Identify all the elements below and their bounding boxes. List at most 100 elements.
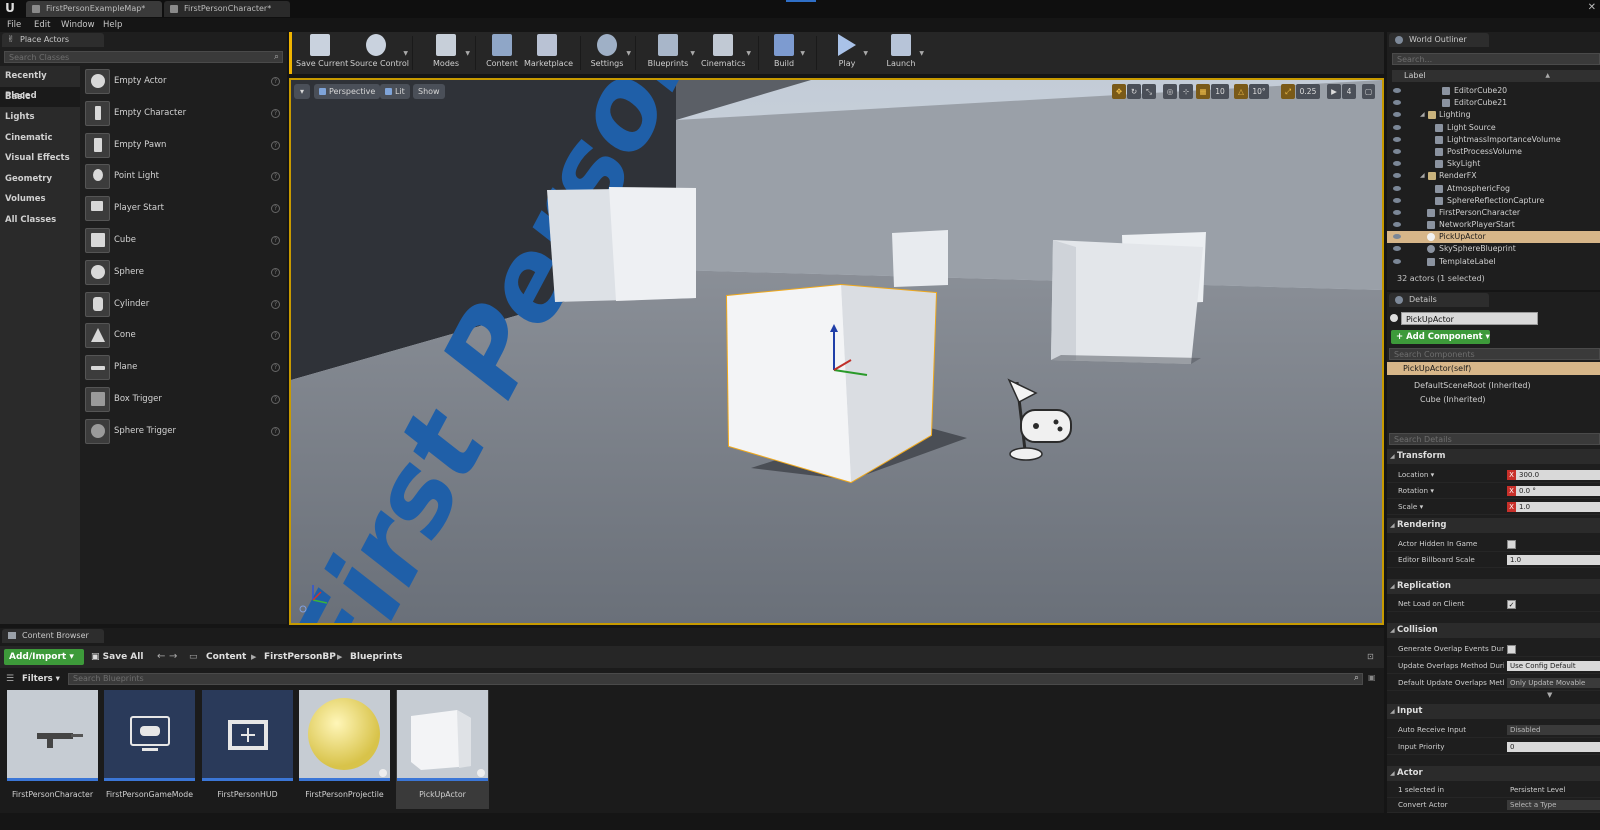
- lit-button[interactable]: Lit: [380, 84, 410, 99]
- category-cinematic[interactable]: Cinematic: [0, 128, 80, 149]
- breadcrumb-content[interactable]: Content: [206, 649, 246, 665]
- place-actors-tab[interactable]: ✌ Place Actors: [2, 33, 104, 47]
- section-input[interactable]: ◢ Input: [1387, 704, 1600, 719]
- update-overlaps-dropdown[interactable]: Use Config Default: [1507, 661, 1600, 671]
- modes-button[interactable]: Modes ▼: [428, 34, 470, 72]
- save-current-button[interactable]: Save Current: [296, 34, 348, 72]
- outliner-folder-row[interactable]: ◢ RenderFX: [1387, 170, 1600, 182]
- section-actor[interactable]: ◢ Actor: [1387, 766, 1600, 781]
- rotation-x-input[interactable]: 0.0 °: [1516, 486, 1600, 496]
- chevron-down-icon[interactable]: ▼: [863, 50, 868, 57]
- camera-speed-icon[interactable]: ▶: [1327, 84, 1341, 99]
- outliner-row[interactable]: NetworkPlayerStart: [1387, 219, 1600, 231]
- chevron-down-icon[interactable]: ▼: [465, 50, 470, 57]
- section-transform[interactable]: ◢ Transform: [1387, 449, 1600, 464]
- visibility-eye-icon[interactable]: [1393, 258, 1401, 264]
- add-component-button[interactable]: + Add Component ▾: [1391, 330, 1490, 344]
- visibility-eye-icon[interactable]: [1393, 88, 1401, 93]
- camera-speed-value[interactable]: 4: [1342, 84, 1356, 99]
- category-geometry[interactable]: Geometry: [0, 169, 80, 190]
- chevron-down-icon[interactable]: ▼: [746, 50, 751, 57]
- input-priority-input[interactable]: 0: [1507, 742, 1600, 752]
- default-update-overlaps-dropdown[interactable]: Only Update Movable: [1507, 678, 1600, 688]
- asset-first-person-projectile[interactable]: FirstPersonProjectile: [298, 690, 391, 809]
- scale-snap-value[interactable]: 0.25: [1296, 84, 1320, 99]
- sort-ascending-icon[interactable]: ▲: [1545, 70, 1550, 82]
- help-icon[interactable]: ?: [271, 267, 280, 277]
- visibility-eye-icon[interactable]: [1393, 112, 1401, 118]
- rotation-snap-icon[interactable]: △: [1234, 84, 1248, 99]
- level-viewport[interactable]: First Person ▾ Perspective Lit Show ✥ ↻ …: [289, 78, 1384, 625]
- tab-first-person-example-map[interactable]: FirstPersonExampleMap*: [26, 1, 162, 17]
- maximize-viewport-icon[interactable]: ▢: [1362, 84, 1375, 99]
- category-lights[interactable]: Lights: [0, 107, 80, 128]
- chevron-down-icon[interactable]: ▼: [403, 50, 408, 57]
- outliner-row[interactable]: LightmassImportanceVolume: [1387, 134, 1600, 146]
- auto-receive-input-dropdown[interactable]: Disabled: [1507, 725, 1600, 735]
- visibility-eye-icon[interactable]: [1393, 148, 1401, 154]
- translate-tool-icon[interactable]: ✥: [1112, 84, 1126, 99]
- outliner-row[interactable]: SkyLight: [1387, 158, 1600, 170]
- menu-edit[interactable]: Edit: [34, 18, 50, 32]
- filters-button[interactable]: Filters ▾: [22, 672, 60, 686]
- actor-item-box-trigger[interactable]: Box Trigger?: [82, 384, 285, 416]
- actor-item-cube[interactable]: Cube?: [82, 225, 285, 257]
- expand-arrow-icon[interactable]: ◢: [1420, 109, 1425, 121]
- actor-item-empty-pawn[interactable]: Empty Pawn?: [82, 130, 285, 162]
- expand-advanced-icon[interactable]: ▼: [1547, 691, 1552, 699]
- actor-item-point-light[interactable]: Point Light?: [82, 161, 285, 193]
- visibility-eye-icon[interactable]: [1393, 161, 1401, 167]
- category-volumes[interactable]: Volumes: [0, 189, 80, 210]
- marketplace-button[interactable]: Marketplace: [524, 34, 573, 72]
- save-all-button[interactable]: ▣ Save All: [91, 649, 143, 665]
- help-icon[interactable]: ?: [271, 204, 280, 214]
- actor-hidden-checkbox[interactable]: [1507, 540, 1516, 549]
- source-control-button[interactable]: Source Control ▼: [350, 34, 409, 72]
- search-classes-input[interactable]: Search Classes ⌕: [4, 51, 283, 63]
- category-all-classes[interactable]: All Classes: [0, 210, 80, 231]
- settings-button[interactable]: Settings ▼: [589, 34, 631, 72]
- search-blueprints-input[interactable]: Search Blueprints ⌕: [68, 673, 1363, 685]
- visibility-eye-icon[interactable]: [1393, 100, 1401, 106]
- details-tab[interactable]: Details: [1389, 293, 1489, 307]
- show-button[interactable]: Show: [413, 84, 445, 99]
- lock-icon[interactable]: ⊡: [1367, 649, 1374, 665]
- outliner-search-input[interactable]: Search...: [1392, 53, 1600, 65]
- billboard-scale-input[interactable]: 1.0: [1507, 555, 1600, 565]
- visibility-eye-icon[interactable]: [1393, 173, 1401, 179]
- chevron-down-icon[interactable]: ▼: [626, 50, 631, 57]
- world-local-icon[interactable]: ◎: [1163, 84, 1177, 99]
- help-icon[interactable]: ?: [271, 394, 280, 404]
- component-self[interactable]: PickUpActor(self): [1387, 362, 1600, 375]
- category-visual-effects[interactable]: Visual Effects: [0, 148, 80, 169]
- add-import-button[interactable]: Add/Import ▾: [4, 649, 84, 665]
- generate-overlap-checkbox[interactable]: [1507, 645, 1516, 654]
- chevron-down-icon[interactable]: ▼: [690, 50, 695, 57]
- actor-item-cylinder[interactable]: Cylinder?: [82, 289, 285, 321]
- help-icon[interactable]: ?: [271, 331, 280, 341]
- visibility-eye-icon[interactable]: [1393, 246, 1401, 252]
- outliner-row[interactable]: EditorCube20: [1387, 85, 1600, 97]
- actor-item-player-start[interactable]: Player Start?: [82, 193, 285, 225]
- outliner-row[interactable]: SkySphereBlueprint: [1387, 243, 1600, 255]
- viewport-options-button[interactable]: ▾: [294, 84, 310, 99]
- sources-toggle-icon[interactable]: ☰: [6, 672, 14, 686]
- world-outliner-tab[interactable]: World Outliner: [1389, 33, 1489, 47]
- back-arrow-icon[interactable]: ←: [157, 649, 165, 665]
- help-icon[interactable]: ?: [271, 299, 280, 309]
- outliner-row[interactable]: TemplateLabel: [1387, 256, 1600, 268]
- breadcrumb-blueprints[interactable]: Blueprints: [350, 649, 403, 665]
- menu-window[interactable]: Window: [61, 18, 95, 32]
- help-icon[interactable]: ?: [271, 235, 280, 245]
- outliner-row[interactable]: AtmosphericFog: [1387, 183, 1600, 195]
- visibility-eye-icon[interactable]: [1393, 197, 1401, 203]
- category-recently-placed[interactable]: Recently Placed: [0, 66, 80, 101]
- cinematics-button[interactable]: Cinematics ▼: [701, 34, 751, 72]
- outliner-row[interactable]: EditorCube21: [1387, 97, 1600, 109]
- help-icon[interactable]: ?: [271, 140, 280, 150]
- section-replication[interactable]: ◢ Replication: [1387, 579, 1600, 594]
- component-cube[interactable]: Cube (Inherited): [1387, 393, 1486, 406]
- scale-snap-icon[interactable]: ⤢: [1281, 84, 1295, 99]
- help-icon[interactable]: ?: [271, 426, 280, 436]
- visibility-eye-icon[interactable]: [1393, 222, 1401, 228]
